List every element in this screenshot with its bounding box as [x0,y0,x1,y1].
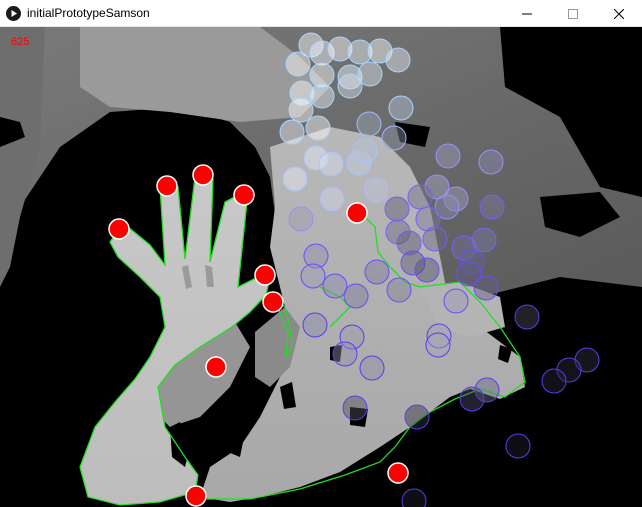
depth-scene [0,27,642,507]
sketch-canvas[interactable]: 625 [0,27,642,507]
fingertip-point [108,218,130,240]
fingertip-point [156,175,178,197]
fingertip-point [346,202,368,224]
title-bar[interactable]: initialPrototypeSamson [0,0,642,27]
fingertip-point [262,291,284,313]
close-icon [614,8,624,19]
frame-counter: 625 [11,36,30,48]
fingertip-point [387,462,409,484]
fingertip-point [192,164,214,186]
processing-play-icon [6,6,21,21]
fingertip-point [254,264,276,286]
minimize-button[interactable] [504,0,550,27]
minimize-icon [522,13,532,14]
fingertip-point [233,184,255,206]
maximize-button[interactable] [550,0,596,27]
fingertip-point [205,356,227,378]
app-window: initialPrototypeSamson 625 [0,0,642,507]
fingertip-point [185,485,207,507]
close-button[interactable] [596,0,642,27]
window-title: initialPrototypeSamson [27,6,150,20]
maximize-icon [568,8,578,19]
